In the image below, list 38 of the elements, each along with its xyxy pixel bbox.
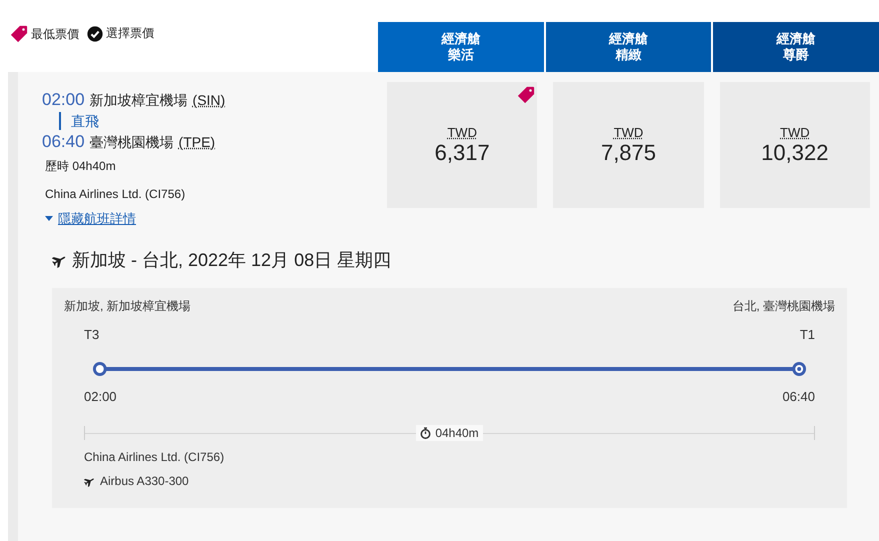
fare-class-header: 經濟艙 精緻 <box>546 22 712 72</box>
aircraft-label: Airbus A330-300 <box>100 474 189 488</box>
arrival-time: 06:40 <box>42 132 85 152</box>
duration-badge: 04h40m <box>416 425 483 441</box>
fare-card[interactable]: TWD 10,322 <box>720 82 870 208</box>
caret-icon <box>45 216 53 222</box>
tag-icon <box>10 25 28 43</box>
terminal-label: T1 <box>800 327 815 342</box>
fare-price: 7,875 <box>600 140 656 166</box>
stopwatch-icon <box>420 427 432 439</box>
duration-label: 歷時 04h40m <box>45 158 117 175</box>
departure-time: 02:00 <box>84 389 117 404</box>
airport-name: 新加坡樟宜機場 <box>90 92 188 110</box>
legend-label: 最低票價 <box>31 26 79 42</box>
check-icon <box>87 26 103 42</box>
terminal-label: T3 <box>84 327 100 342</box>
fare-class-header: 經濟艙 尊爵 <box>713 22 879 72</box>
route-title: 新加坡 - 台北, 2022年 12月 08日 星期四 <box>72 249 392 272</box>
carrier-label: China Airlines Ltd. (CI756) <box>84 450 226 464</box>
fare-class-header: 經濟艙 樂活 <box>378 22 544 72</box>
fare-card[interactable]: TWD 6,317 <box>387 82 538 208</box>
details-toggle-link[interactable]: 隱藏航班詳情 <box>45 210 136 228</box>
airport-code: (TPE) <box>178 134 216 150</box>
destination-airport: 台北, 臺灣桃園機場 <box>732 298 835 315</box>
fare-price: 10,322 <box>761 140 828 166</box>
currency-label: TWD <box>447 124 477 140</box>
airport-name: 臺灣桃園機場 <box>90 134 174 152</box>
currency-label: TWD <box>780 124 810 140</box>
airport-code: (SIN) <box>192 92 226 108</box>
origin-airport: 新加坡, 新加坡樟宜機場 <box>64 298 191 315</box>
carrier-label: China Airlines Ltd. (CI756) <box>45 187 186 201</box>
tag-icon <box>517 86 536 104</box>
arrival-time: 06:40 <box>782 389 815 404</box>
fare-card[interactable]: TWD 7,875 <box>553 82 704 208</box>
legend-label: 選擇票價 <box>106 25 154 42</box>
departure-time: 02:00 <box>42 90 85 110</box>
fare-price: 6,317 <box>434 140 490 166</box>
currency-label: TWD <box>614 124 644 140</box>
